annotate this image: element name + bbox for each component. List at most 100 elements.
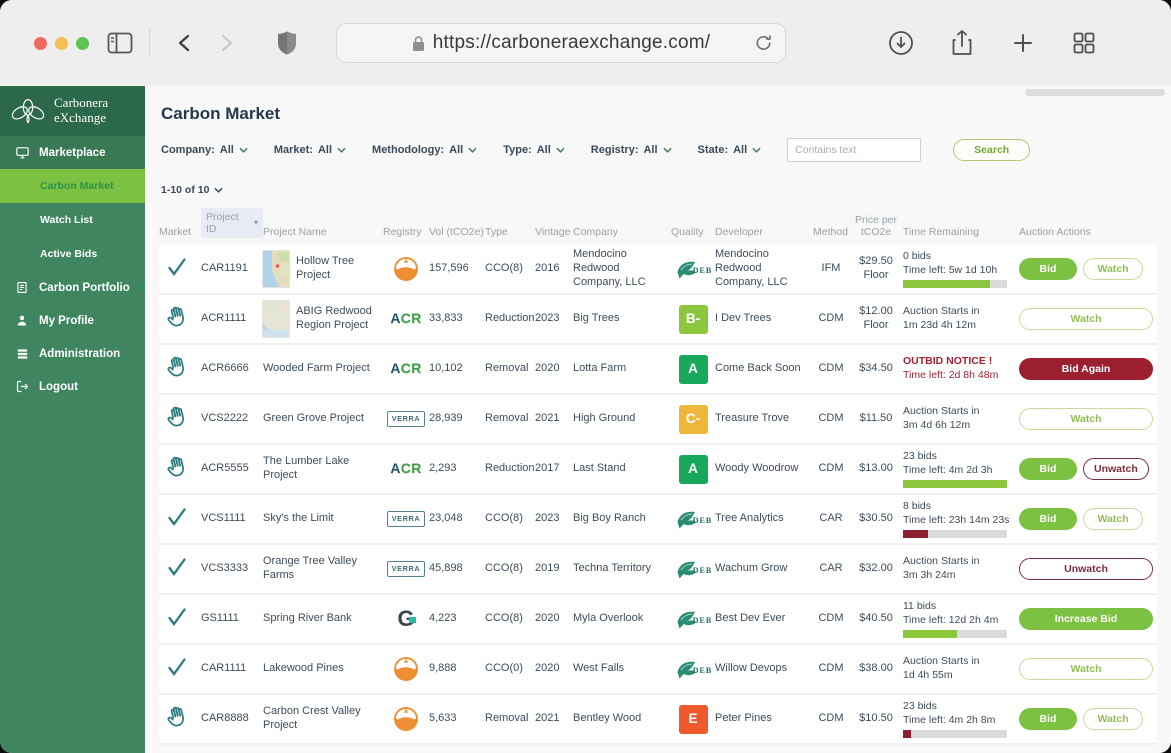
- filter-registry[interactable]: Registry:All: [591, 144, 672, 156]
- filter-market[interactable]: Market:All: [274, 144, 346, 156]
- watch-button[interactable]: Watch: [1019, 658, 1153, 680]
- filter-value: All: [220, 144, 234, 156]
- toolbar-divider: [149, 28, 150, 58]
- quality-deb-logo: DEB: [674, 658, 712, 680]
- search-input[interactable]: [787, 138, 921, 162]
- column-header-developer[interactable]: Developer: [715, 226, 813, 238]
- registry-logo: VERRA: [383, 411, 429, 427]
- project-id: VCS1111: [201, 512, 263, 526]
- filter-value: All: [449, 144, 463, 156]
- vintage: 2021: [535, 412, 573, 426]
- sidebar-item-logout[interactable]: Logout: [0, 370, 145, 403]
- table-row: ACR6666Wooded Farm ProjectACR10,102Remov…: [159, 345, 1157, 395]
- watch-button[interactable]: Watch: [1019, 308, 1153, 330]
- project-id: ACR1111: [201, 312, 263, 326]
- sidebar-item-watch-list[interactable]: Watch List: [0, 203, 145, 237]
- unwatch-button[interactable]: Unwatch: [1083, 458, 1149, 480]
- shield-icon[interactable]: [276, 30, 298, 56]
- sidebar-item-my-profile[interactable]: My Profile: [0, 304, 145, 337]
- new-tab-icon[interactable]: [1012, 32, 1034, 54]
- credit-type: CCO(8): [485, 612, 535, 626]
- market-type-icon-cell: [159, 255, 201, 284]
- column-header-time-remaining[interactable]: Time Remaining: [903, 226, 1019, 238]
- share-icon[interactable]: [950, 29, 974, 57]
- tab-overview-icon[interactable]: [1072, 31, 1096, 55]
- column-header-registry[interactable]: Registry: [383, 226, 429, 238]
- filter-type[interactable]: Type:All: [503, 144, 565, 156]
- watch-button[interactable]: Watch: [1019, 408, 1153, 430]
- pagination-top[interactable]: 1-10 of 10: [161, 184, 1157, 196]
- column-header-vintage[interactable]: Vintage: [535, 226, 573, 238]
- project-name-cell: Orange Tree Valley Farms: [263, 555, 383, 583]
- bid-button[interactable]: Bid: [1019, 508, 1077, 530]
- check-icon: [165, 605, 189, 629]
- unwatch-button[interactable]: Unwatch: [1019, 558, 1153, 580]
- column-header-company[interactable]: Company: [573, 226, 671, 238]
- company: Last Stand: [573, 462, 671, 476]
- sidebar-item-administration[interactable]: Administration: [0, 337, 145, 370]
- document-icon: [14, 280, 30, 296]
- filter-label: Company:: [161, 144, 215, 156]
- sidebar-item-active-bids[interactable]: Active Bids: [0, 237, 145, 271]
- watch-button[interactable]: Watch: [1083, 258, 1143, 280]
- increase-bid-button[interactable]: Increase Bid: [1019, 608, 1153, 630]
- column-header-vol-tco2e-[interactable]: Vol (tCO2e): [429, 226, 485, 238]
- developer: I Dev Trees: [715, 312, 813, 326]
- time-line-1: 8 bids: [903, 500, 1019, 514]
- watch-button[interactable]: Watch: [1083, 508, 1143, 530]
- table-footer: 1-10 of 10 Voluntary Compliance: [159, 745, 1157, 753]
- column-header-market[interactable]: Market: [159, 226, 201, 238]
- bid-button[interactable]: Bid: [1019, 708, 1077, 730]
- registry-verra-logo: VERRA: [387, 411, 426, 427]
- page-title: Carbon Market: [161, 104, 1157, 124]
- market-type-icon-cell: [159, 605, 201, 634]
- filter-value: All: [733, 144, 747, 156]
- download-icon[interactable]: [888, 30, 914, 56]
- column-header-type[interactable]: Type: [485, 226, 535, 238]
- developer: Come Back Soon: [715, 362, 813, 376]
- search-button[interactable]: Search: [953, 139, 1030, 161]
- column-header-price-per-tco2e[interactable]: Price per tCO2e: [849, 214, 903, 238]
- volume: 9,888: [429, 662, 485, 676]
- zoom-window-icon[interactable]: [76, 37, 89, 50]
- time-remaining-cell: Auction Starts in1d 4h 55m: [903, 655, 1019, 682]
- sidebar-toggle-icon[interactable]: [107, 32, 133, 54]
- logout-icon: [14, 379, 30, 395]
- vintage: 2019: [535, 562, 573, 576]
- project-id: VCS2222: [201, 412, 263, 426]
- time-line-2: Time left: 12d 2h 4m: [903, 614, 1019, 628]
- time-progress-bar: [903, 480, 1007, 488]
- minimize-window-icon[interactable]: [55, 37, 68, 50]
- address-bar[interactable]: https://carboneraexchange.com/: [336, 23, 786, 63]
- auction-actions: Increase Bid: [1019, 608, 1157, 630]
- filter-state[interactable]: State: All: [698, 144, 762, 156]
- sidebar-item-marketplace[interactable]: Marketplace: [0, 136, 145, 169]
- price-per-tco2e: $30.50: [849, 512, 903, 526]
- bid-button[interactable]: Bid: [1019, 458, 1077, 480]
- filter-methodology[interactable]: Methodology:All: [372, 144, 477, 156]
- forward-icon[interactable]: [220, 33, 234, 53]
- filter-company[interactable]: Company: All: [161, 144, 248, 156]
- brand: Carbonera eXchange: [0, 86, 145, 136]
- filter-label: State:: [698, 144, 729, 156]
- column-header-quality[interactable]: Quality: [671, 226, 715, 238]
- sidebar-item-carbon-portfolio[interactable]: Carbon Portfolio: [0, 271, 145, 304]
- project-map-thumbnail: [263, 301, 289, 337]
- column-header-project-name[interactable]: Project Name: [263, 226, 383, 238]
- project-id: CAR8888: [201, 712, 263, 726]
- developer: Treasure Trove: [715, 412, 813, 426]
- back-icon[interactable]: [176, 33, 192, 53]
- column-header-project-id[interactable]: Project ID▾: [201, 208, 263, 238]
- scrollbar[interactable]: [1025, 89, 1165, 96]
- main-content: Carbon Market Company: All Market:All Metho…: [145, 86, 1171, 753]
- bid-button[interactable]: Bid: [1019, 258, 1077, 280]
- column-header-method[interactable]: Method: [813, 226, 849, 238]
- bid-again-button[interactable]: Bid Again: [1019, 358, 1153, 380]
- column-header-auction-actions[interactable]: Auction Actions: [1019, 226, 1157, 238]
- project-id: GS1111: [201, 612, 263, 626]
- registry-acr-logo: ACR: [390, 460, 421, 478]
- close-window-icon[interactable]: [34, 37, 47, 50]
- watch-button[interactable]: Watch: [1083, 708, 1143, 730]
- sidebar-item-carbon-market[interactable]: Carbon Market: [0, 169, 145, 203]
- reload-icon[interactable]: [754, 33, 773, 58]
